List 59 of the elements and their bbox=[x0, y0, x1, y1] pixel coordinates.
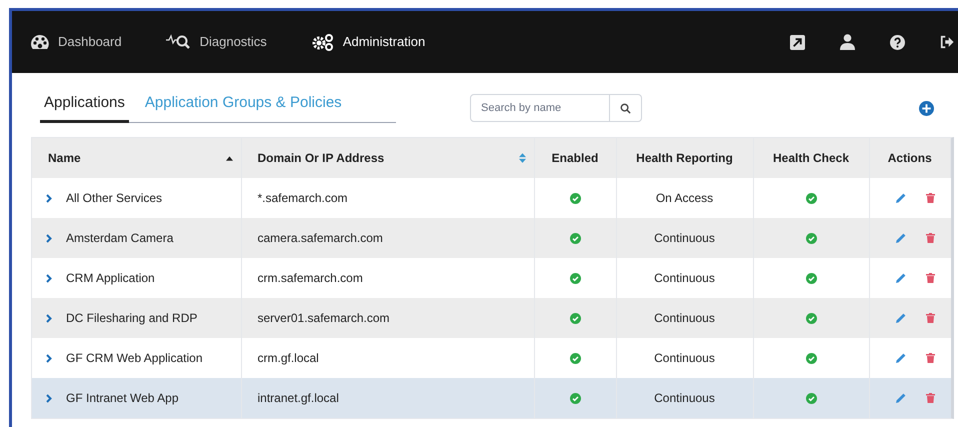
table-cell: Continuous bbox=[654, 351, 715, 365]
trash-icon[interactable] bbox=[926, 393, 934, 403]
table-cell-text: Amsterdam Camera bbox=[66, 230, 174, 247]
table-cell-text: GF CRM Web Application bbox=[66, 350, 202, 367]
table-cell: camera.safemarch.com bbox=[258, 231, 383, 245]
trash-icon[interactable] bbox=[926, 193, 934, 203]
user-icon[interactable] bbox=[840, 34, 855, 50]
trash-icon[interactable] bbox=[926, 273, 934, 283]
expand-icon[interactable] bbox=[790, 34, 805, 50]
speedometer-icon bbox=[30, 34, 50, 50]
pencil-icon[interactable] bbox=[896, 193, 906, 203]
table-cell: crm.gf.local bbox=[258, 351, 319, 365]
nav-item[interactable]: Administration bbox=[310, 32, 426, 52]
table-row[interactable]: All Other Services *.safemarch.com On Access bbox=[32, 178, 950, 218]
table-cell: intranet.gf.local bbox=[258, 391, 339, 405]
table-cell: *.safemarch.com bbox=[258, 191, 348, 205]
table-row[interactable]: GF CRM Web Application crm.gf.local Continuous bbox=[32, 338, 950, 378]
sort-ascending-icon[interactable] bbox=[226, 156, 232, 160]
trash-icon[interactable] bbox=[926, 353, 934, 363]
chevron-icon[interactable] bbox=[46, 234, 52, 242]
chevron-icon[interactable] bbox=[46, 354, 52, 362]
table-cell: Continuous bbox=[654, 311, 715, 325]
table-row[interactable]: CRM Application crm.safemarch.com Continuous bbox=[32, 258, 950, 298]
chevron-icon[interactable] bbox=[46, 394, 52, 402]
table-cell-text: GF Intranet Web App bbox=[66, 390, 179, 407]
table-cell: server01.safemarch.com bbox=[258, 311, 390, 325]
help-icon[interactable] bbox=[890, 34, 905, 50]
table-row[interactable]: Amsterdam Camera camera.safemarch.com Continuous bbox=[32, 218, 950, 258]
search-button[interactable] bbox=[610, 94, 642, 122]
chevron-icon[interactable] bbox=[46, 274, 52, 282]
table-cell: Continuous bbox=[654, 271, 715, 285]
table-cell: Continuous bbox=[654, 231, 715, 245]
pencil-icon[interactable] bbox=[896, 353, 906, 363]
nav-item[interactable]: Dashboard bbox=[30, 32, 122, 52]
pencil-icon[interactable] bbox=[896, 313, 906, 323]
table-cell: On Access bbox=[656, 191, 714, 205]
table-row[interactable]: GF Intranet Web App intranet.gf.local Continuous bbox=[32, 378, 950, 418]
gears-icon bbox=[310, 33, 335, 51]
search-icon[interactable] bbox=[620, 102, 631, 114]
trash-icon[interactable] bbox=[926, 233, 934, 243]
pulse-magnifier-icon bbox=[166, 34, 192, 50]
search-field[interactable]: Search by name bbox=[470, 94, 610, 122]
table-row[interactable]: DC Filesharing and RDP server01.safemarch.com Continuous bbox=[32, 298, 950, 338]
chevron-icon[interactable] bbox=[46, 194, 52, 202]
add-icon[interactable] bbox=[919, 100, 934, 116]
chevron-icon[interactable] bbox=[46, 314, 52, 322]
table-cell-text: DC Filesharing and RDP bbox=[66, 310, 198, 327]
tab[interactable]: Applications bbox=[40, 92, 129, 123]
logout-icon[interactable] bbox=[940, 35, 954, 49]
table-cell-text: CRM Application bbox=[66, 270, 155, 287]
nav-item[interactable]: Diagnostics bbox=[166, 32, 267, 52]
trash-icon[interactable] bbox=[926, 313, 934, 323]
sort-icon[interactable] bbox=[518, 153, 526, 163]
pencil-icon[interactable] bbox=[896, 393, 906, 403]
pencil-icon[interactable] bbox=[896, 233, 906, 243]
pencil-icon[interactable] bbox=[896, 273, 906, 283]
table-cell: crm.safemarch.com bbox=[258, 271, 363, 285]
table-cell-text: All Other Services bbox=[66, 190, 162, 207]
table-cell: Continuous bbox=[654, 391, 715, 405]
